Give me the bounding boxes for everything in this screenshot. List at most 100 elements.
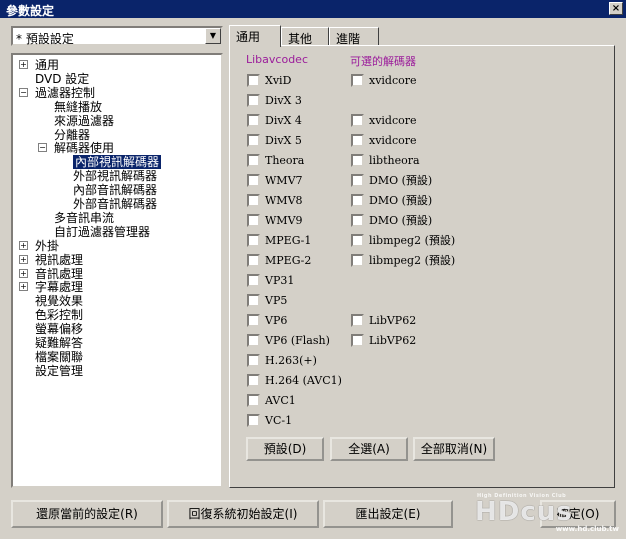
- codec-checkbox-row[interactable]: WMV8: [247, 194, 342, 208]
- checkbox[interactable]: [247, 294, 260, 307]
- checkbox[interactable]: [351, 194, 364, 207]
- checkbox[interactable]: [351, 114, 364, 127]
- checkbox[interactable]: [351, 214, 364, 227]
- checkbox[interactable]: [247, 354, 260, 367]
- deselect-all-button[interactable]: 全部取消(N): [413, 437, 495, 461]
- select-all-button[interactable]: 全選(A): [330, 437, 408, 461]
- tab-advanced[interactable]: 進階: [329, 27, 379, 46]
- tab-general[interactable]: 通用: [229, 25, 281, 47]
- tree-item[interactable]: 內部視訊解碼器: [13, 154, 219, 171]
- checkbox[interactable]: [247, 254, 260, 267]
- tree-item[interactable]: 疑難解答: [13, 336, 219, 350]
- tree-item[interactable]: 外部音訊解碼器: [13, 197, 219, 211]
- tree-item[interactable]: + 外掛: [13, 239, 219, 253]
- tree-item[interactable]: − 解碼器使用: [13, 141, 219, 155]
- checkbox[interactable]: [351, 334, 364, 347]
- checkbox[interactable]: [247, 74, 260, 87]
- codec-checkbox-row[interactable]: XviD: [247, 74, 342, 88]
- checkbox[interactable]: [247, 234, 260, 247]
- alt-decoder-checkbox-row[interactable]: DMO (預設): [351, 194, 461, 208]
- checkbox[interactable]: [247, 394, 260, 407]
- tree-item[interactable]: 分離器: [13, 128, 219, 142]
- collapse-icon[interactable]: −: [38, 143, 47, 153]
- codec-checkbox-row[interactable]: WMV9: [247, 214, 342, 228]
- tab-other[interactable]: 其他: [281, 27, 329, 46]
- checkbox[interactable]: [247, 194, 260, 207]
- alt-decoder-checkbox-row[interactable]: DMO (預設): [351, 214, 461, 228]
- alt-decoder-checkbox-row[interactable]: LibVP62: [351, 334, 461, 348]
- tree-item[interactable]: 自訂過濾器管理器: [13, 225, 219, 239]
- tree-item[interactable]: + 視訊處理: [13, 253, 219, 267]
- codec-checkbox-row[interactable]: VP6 (Flash): [247, 334, 342, 348]
- tree-item[interactable]: 多音訊串流: [13, 211, 219, 225]
- alt-decoder-checkbox-row[interactable]: DMO (預設): [351, 174, 461, 188]
- tree-item[interactable]: DVD 設定: [13, 72, 219, 86]
- codec-checkbox-row[interactable]: Theora: [247, 154, 342, 168]
- restore-current-button[interactable]: 還原當前的設定(R): [11, 500, 163, 528]
- checkbox[interactable]: [247, 274, 260, 287]
- checkbox[interactable]: [351, 254, 364, 267]
- checkbox[interactable]: [247, 94, 260, 107]
- expand-icon[interactable]: +: [19, 240, 28, 250]
- checkbox[interactable]: [247, 374, 260, 387]
- tree-item[interactable]: 來源過濾器: [13, 114, 219, 128]
- expand-icon[interactable]: +: [19, 268, 28, 278]
- checkbox[interactable]: [351, 134, 364, 147]
- tree-item[interactable]: − 過濾器控制: [13, 86, 219, 100]
- checkbox[interactable]: [351, 74, 364, 87]
- tree-item[interactable]: 內部音訊解碼器: [13, 183, 219, 197]
- export-settings-button[interactable]: 匯出設定(E): [323, 500, 453, 528]
- codec-checkbox-row[interactable]: MPEG-2: [247, 254, 342, 268]
- alt-decoder-checkbox-row[interactable]: libmpeg2 (預設): [351, 254, 461, 268]
- tree-item[interactable]: 設定管理: [13, 364, 219, 378]
- alt-decoder-checkbox-row[interactable]: libtheora: [351, 154, 461, 168]
- checkbox[interactable]: [247, 414, 260, 427]
- checkbox[interactable]: [351, 174, 364, 187]
- collapse-icon[interactable]: −: [19, 87, 28, 97]
- tree-item[interactable]: 外部視訊解碼器: [13, 169, 219, 183]
- tree-item[interactable]: 螢幕偏移: [13, 322, 219, 336]
- tree-item[interactable]: 無縫播放: [13, 100, 219, 114]
- checkbox[interactable]: [351, 234, 364, 247]
- default-button[interactable]: 預設(D): [246, 437, 324, 461]
- checkbox[interactable]: [247, 214, 260, 227]
- codec-checkbox-row[interactable]: DivX 3: [247, 94, 342, 108]
- alt-decoder-checkbox-row[interactable]: xvidcore: [351, 74, 461, 88]
- chevron-down-icon[interactable]: ▼: [205, 28, 221, 44]
- ok-button[interactable]: 確定(O): [540, 500, 616, 528]
- reset-defaults-button[interactable]: 回復系統初始設定(I): [167, 500, 319, 528]
- codec-checkbox-row[interactable]: MPEG-1: [247, 234, 342, 248]
- codec-checkbox-row[interactable]: VP6: [247, 314, 342, 328]
- checkbox[interactable]: [247, 134, 260, 147]
- checkbox[interactable]: [351, 314, 364, 327]
- tree-item[interactable]: + 音訊處理: [13, 267, 219, 281]
- alt-decoder-checkbox-row[interactable]: libmpeg2 (預設): [351, 234, 461, 248]
- tree-item[interactable]: + 字幕處理: [13, 280, 219, 294]
- codec-checkbox-row[interactable]: AVC1: [247, 394, 342, 408]
- checkbox[interactable]: [247, 114, 260, 127]
- expand-icon[interactable]: +: [19, 60, 28, 69]
- expand-icon[interactable]: +: [19, 282, 28, 292]
- checkbox[interactable]: [247, 334, 260, 347]
- codec-checkbox-row[interactable]: WMV7: [247, 174, 342, 188]
- checkbox[interactable]: [247, 314, 260, 327]
- tree-item[interactable]: + 通用: [13, 58, 219, 72]
- profile-dropdown[interactable]: * 預設設定 ▼: [11, 26, 223, 46]
- tree-item[interactable]: 視覺效果: [13, 294, 219, 308]
- checkbox[interactable]: [351, 154, 364, 167]
- codec-checkbox-row[interactable]: H.263(+): [247, 354, 342, 368]
- codec-checkbox-row[interactable]: VP5: [247, 294, 342, 308]
- alt-decoder-checkbox-row[interactable]: LibVP62: [351, 314, 461, 328]
- codec-checkbox-row[interactable]: VC-1: [247, 414, 342, 428]
- tree-item[interactable]: 檔案關聯: [13, 350, 219, 364]
- codec-checkbox-row[interactable]: DivX 5: [247, 134, 342, 148]
- tree-item[interactable]: 色彩控制: [13, 308, 219, 322]
- checkbox[interactable]: [247, 154, 260, 167]
- checkbox[interactable]: [247, 174, 260, 187]
- settings-tree[interactable]: + 通用 DVD 設定 − 過濾器控制 無縫播放 來源過濾器 分離器 − 解碼器使用 內部視訊解碼器…: [11, 53, 223, 488]
- alt-decoder-checkbox-row[interactable]: xvidcore: [351, 134, 461, 148]
- expand-icon[interactable]: +: [19, 254, 28, 264]
- codec-checkbox-row[interactable]: H.264 (AVC1): [247, 374, 342, 388]
- alt-decoder-checkbox-row[interactable]: xvidcore: [351, 114, 461, 128]
- codec-checkbox-row[interactable]: DivX 4: [247, 114, 342, 128]
